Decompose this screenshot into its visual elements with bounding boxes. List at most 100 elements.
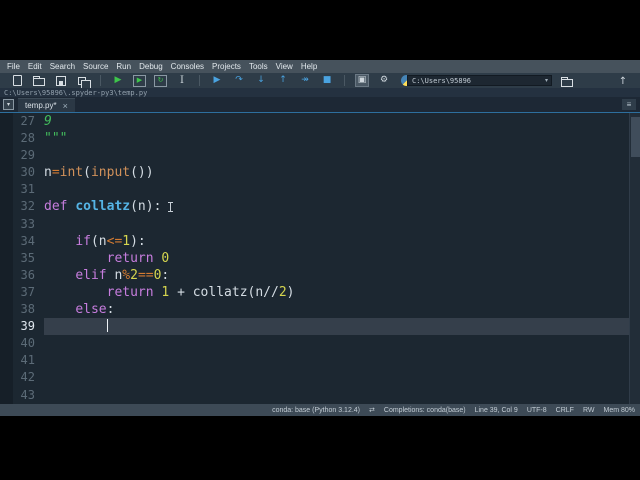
menu-item-projects[interactable]: Projects xyxy=(208,60,245,73)
token: ): xyxy=(130,233,146,249)
browse-tabs-button[interactable]: ▾ xyxy=(3,99,14,110)
menu-item-edit[interactable]: Edit xyxy=(24,60,46,73)
code-line-41[interactable]: 41 xyxy=(0,352,640,369)
run-icon[interactable]: ▶ xyxy=(111,74,125,87)
editor-left-gutter xyxy=(0,113,13,404)
code-line-31[interactable]: 31 xyxy=(0,181,640,198)
code-text xyxy=(44,318,629,336)
code-line-32[interactable]: 32 def collatz(n): xyxy=(0,198,640,215)
token: ()) xyxy=(130,165,154,181)
memory-status: Mem 80% xyxy=(603,406,635,414)
token: return xyxy=(106,284,154,300)
code-text: n=int(input()) xyxy=(44,164,629,181)
hamburger-icon: ≡ xyxy=(626,100,632,109)
menu-item-source[interactable]: Source xyxy=(79,60,112,73)
token: def xyxy=(44,199,68,215)
code-line-39[interactable]: 39 xyxy=(0,318,640,336)
code-text: return 0 xyxy=(44,250,629,267)
chevron-down-icon[interactable]: ▾ xyxy=(542,77,551,84)
menu-item-help[interactable]: Help xyxy=(297,60,321,73)
save-all-icon[interactable] xyxy=(76,74,91,90)
save-icon-shape xyxy=(56,75,66,86)
folder-icon xyxy=(561,77,573,87)
code-line-36[interactable]: 36 elif n%2==0: xyxy=(0,267,640,284)
token: % xyxy=(122,267,131,283)
code-line-28[interactable]: 28 """ xyxy=(0,130,640,147)
encoding-status: UTF-8 xyxy=(526,406,547,414)
code-line-27[interactable]: 27 9 xyxy=(0,113,640,130)
token: n xyxy=(44,165,52,181)
editor-options-button[interactable]: ≡ xyxy=(622,99,636,110)
code-line-42[interactable]: 42 xyxy=(0,369,640,386)
token: 2 xyxy=(278,284,287,300)
editor-scrollbar[interactable] xyxy=(629,113,640,404)
tab-label: temp.py* xyxy=(25,101,57,110)
toolbar-separator xyxy=(199,75,200,86)
code-line-38[interactable]: 38 else: xyxy=(0,301,640,318)
new-file-icon-shape xyxy=(12,75,22,86)
code-editor[interactable]: 27 9 28 """ 29 30 n=int(input()) 31 32 def collat… xyxy=(0,112,640,404)
token: ) xyxy=(286,284,295,300)
tab-temp-py[interactable]: temp.py* × xyxy=(18,98,75,112)
toolbar-separator xyxy=(344,75,345,86)
menu-item-run[interactable]: Run xyxy=(112,60,135,73)
save-all-icon-shape xyxy=(78,76,91,90)
interpreter-status: conda: base (Python 3.12.4) xyxy=(272,406,361,414)
token: """ xyxy=(44,131,68,147)
save-icon[interactable] xyxy=(54,74,68,87)
code-lines: 27 9 28 """ 29 30 n=int(input()) 31 32 def collat… xyxy=(0,113,640,404)
open-file-icon-shape xyxy=(33,76,45,86)
code-line-43[interactable]: 43 xyxy=(0,387,640,404)
scrollbar-thumb[interactable] xyxy=(631,117,640,157)
new-file-icon[interactable] xyxy=(10,74,24,87)
token: input xyxy=(90,165,131,181)
token: ( xyxy=(83,165,91,181)
menu-bar: File Edit Search Source Run Debug Consoles Proj… xyxy=(0,60,640,73)
open-file-icon[interactable] xyxy=(32,74,46,87)
code-text: """ xyxy=(44,130,629,147)
code-line-37[interactable]: 37 return 1 + collatz(n//2) xyxy=(0,284,640,301)
maximize-pane-icon[interactable]: ▣ xyxy=(355,74,369,87)
menu-item-view[interactable]: View xyxy=(272,60,297,73)
code-line-29[interactable]: 29 xyxy=(0,147,640,164)
run-cell-advance-icon[interactable]: ↻ xyxy=(154,74,167,87)
close-icon[interactable]: × xyxy=(63,101,68,111)
code-line-40[interactable]: 40 xyxy=(0,335,640,352)
step-over-icon[interactable]: ↷ xyxy=(232,74,246,87)
run-cell-icon[interactable]: ▶ xyxy=(133,74,146,87)
token: : xyxy=(106,302,115,318)
continue-icon[interactable]: ↠ xyxy=(298,74,312,87)
file-path: C:\Users\95896\.spyder-py3\temp.py xyxy=(4,88,148,97)
toolbar-separator xyxy=(100,75,101,86)
preferences-icon[interactable]: ⚙ xyxy=(377,74,391,87)
spyder-window: File Edit Search Source Run Debug Consoles Proj… xyxy=(0,60,640,416)
working-directory-select[interactable]: C:\Users\95896 ▾ xyxy=(407,75,552,86)
code-line-34[interactable]: 34 if(n<=1): xyxy=(0,233,640,250)
debug-icon[interactable]: ▶ xyxy=(210,74,224,87)
token: 1 xyxy=(122,233,131,249)
menu-item-consoles[interactable]: Consoles xyxy=(167,60,208,73)
breadcrumb: C:\Users\95896\.spyder-py3\temp.py xyxy=(0,88,640,97)
stop-icon[interactable]: ■ xyxy=(320,74,334,87)
step-into-icon[interactable]: ↓ xyxy=(254,74,268,87)
step-out-icon[interactable]: ↑ xyxy=(276,74,290,87)
browse-working-directory-icon[interactable] xyxy=(560,75,574,88)
menu-item-file[interactable]: File xyxy=(3,60,24,73)
code-line-30[interactable]: 30 n=int(input()) xyxy=(0,164,640,181)
run-selection-icon[interactable]: I xyxy=(175,74,189,87)
token: (n xyxy=(90,233,107,249)
token: int xyxy=(59,165,84,181)
menu-item-tools[interactable]: Tools xyxy=(245,60,272,73)
code-text: else: xyxy=(44,301,629,318)
menu-item-debug[interactable]: Debug xyxy=(135,60,167,73)
menu-item-search[interactable]: Search xyxy=(46,60,79,73)
parent-directory-icon[interactable]: ↑ xyxy=(616,75,630,88)
code-line-35[interactable]: 35 return 0 xyxy=(0,250,640,267)
permissions-status: RW xyxy=(582,406,595,414)
code-text: return 1 + collatz(n//2) xyxy=(44,284,629,301)
code-line-33[interactable]: 33 xyxy=(0,216,640,233)
